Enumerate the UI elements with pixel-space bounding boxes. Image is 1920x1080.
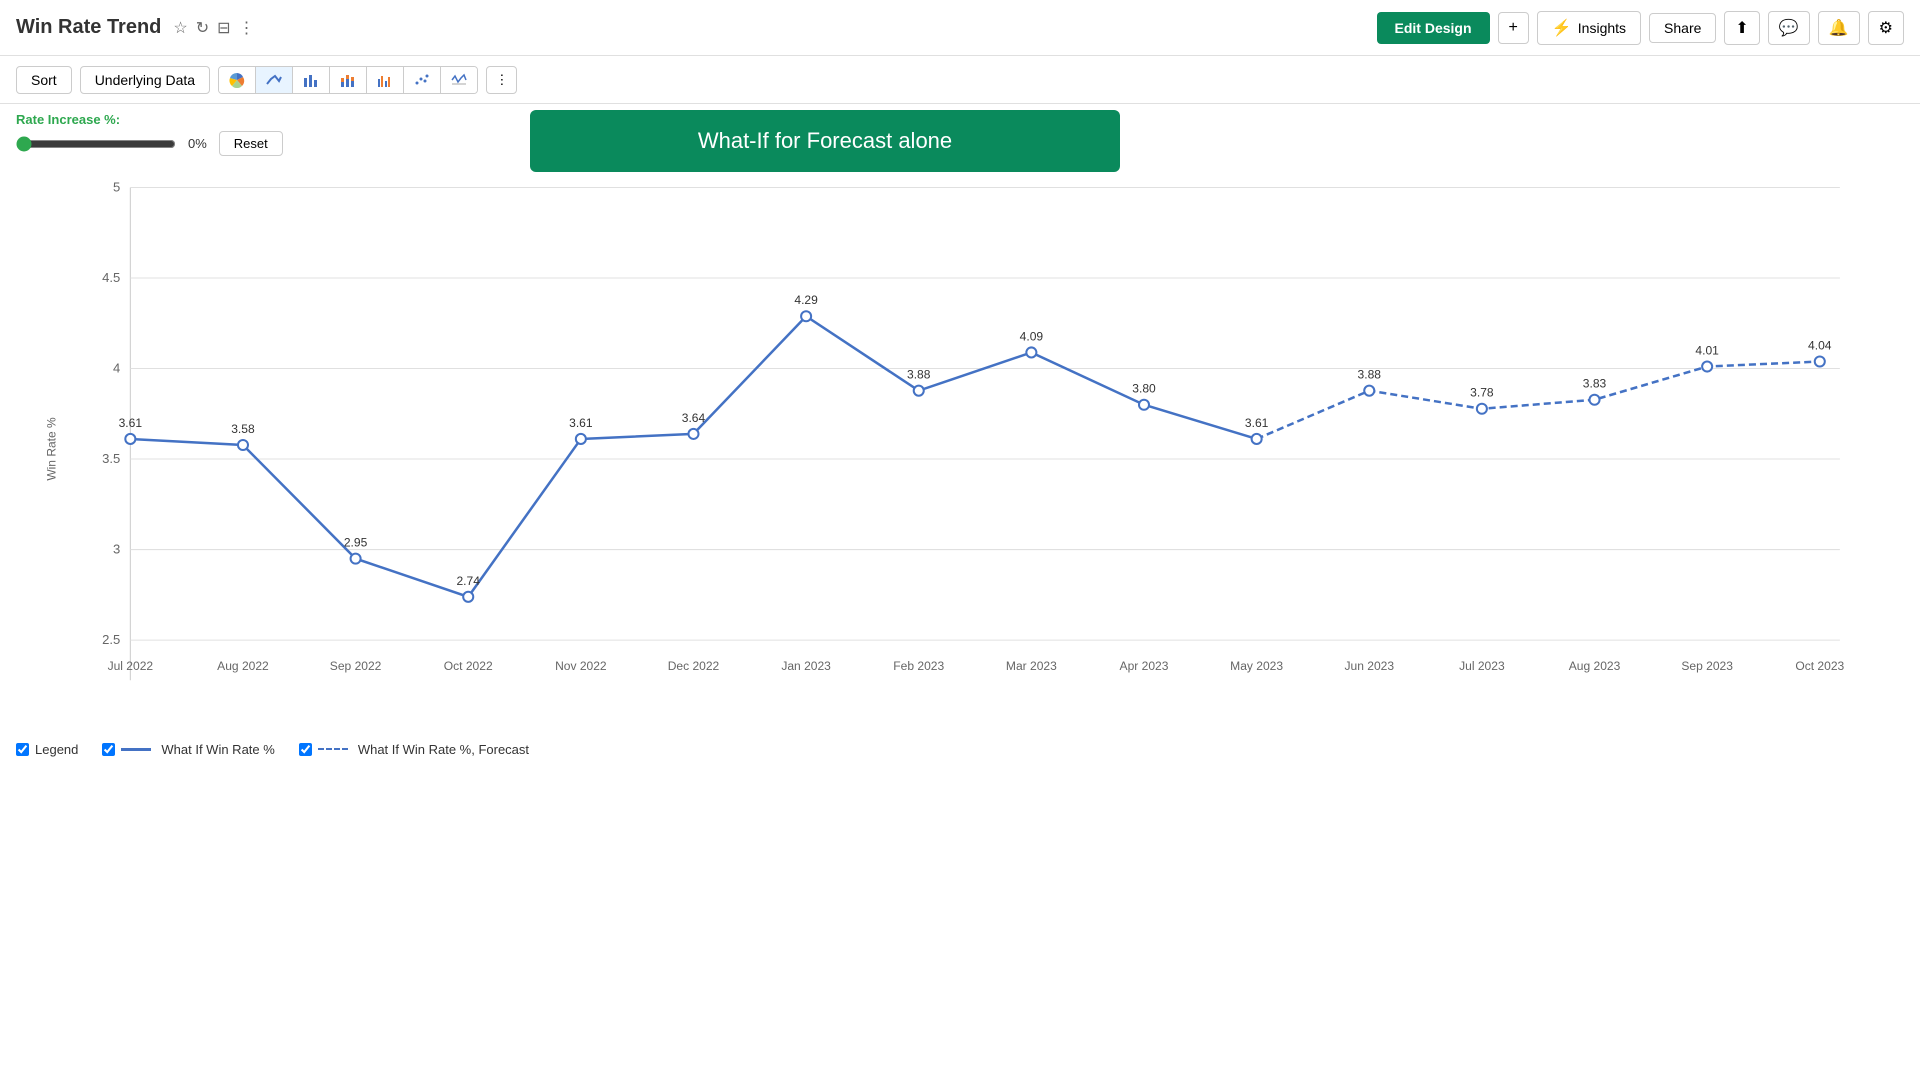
legend-item2-checkbox[interactable] — [299, 743, 312, 756]
header-icons: ☆ ↻ ⊟ ⋮ — [173, 18, 254, 38]
svg-text:Jul 2023: Jul 2023 — [1459, 659, 1505, 673]
scatter-chart-icon — [414, 72, 430, 88]
svg-text:Aug 2023: Aug 2023 — [1569, 659, 1621, 673]
y-axis-label: Win Rate % — [45, 417, 59, 480]
svg-text:Sep 2023: Sep 2023 — [1681, 659, 1733, 673]
svg-text:3.78: 3.78 — [1470, 386, 1494, 400]
line-chart-icon — [266, 72, 282, 88]
legend-checkbox[interactable] — [16, 743, 29, 756]
svg-text:4.04: 4.04 — [1808, 338, 1832, 352]
insights-label: Insights — [1578, 20, 1626, 36]
svg-text:Apr 2023: Apr 2023 — [1120, 659, 1169, 673]
svg-text:2.74: 2.74 — [456, 574, 480, 588]
special-chart-button[interactable] — [441, 67, 477, 93]
svg-text:Feb 2023: Feb 2023 — [893, 659, 944, 673]
sort-button[interactable]: Sort — [16, 66, 72, 94]
toolbar: Sort Underlying Data — [0, 56, 1920, 104]
reset-button[interactable]: Reset — [219, 131, 283, 156]
svg-text:Oct 2022: Oct 2022 — [444, 659, 493, 673]
svg-text:4.09: 4.09 — [1020, 329, 1044, 343]
svg-text:Jun 2023: Jun 2023 — [1344, 659, 1394, 673]
refresh-icon[interactable]: ↻ — [196, 18, 209, 38]
svg-text:4: 4 — [113, 361, 120, 376]
alert-icon[interactable]: 🔔 — [1818, 11, 1860, 45]
svg-text:3.64: 3.64 — [682, 411, 706, 425]
svg-text:3.58: 3.58 — [231, 422, 255, 436]
line-chart-button[interactable] — [256, 67, 293, 93]
bar-chart-icon — [303, 72, 319, 88]
upload-icon[interactable]: ⬆ — [1724, 11, 1759, 45]
share-button[interactable]: Share — [1649, 13, 1716, 43]
edit-design-button[interactable]: Edit Design — [1377, 12, 1490, 44]
pie-chart-icon — [229, 72, 245, 88]
svg-text:3.61: 3.61 — [119, 416, 143, 430]
legend-item1-checkbox[interactable] — [102, 743, 115, 756]
svg-text:3.88: 3.88 — [1358, 368, 1382, 382]
grouped-bar-button[interactable] — [367, 67, 404, 93]
svg-text:3: 3 — [113, 542, 120, 557]
legend-item2-label: What If Win Rate %, Forecast — [358, 742, 529, 757]
special-chart-icon — [451, 72, 467, 88]
chart-type-selector — [218, 66, 478, 94]
svg-text:Aug 2022: Aug 2022 — [217, 659, 269, 673]
svg-text:3.88: 3.88 — [907, 368, 931, 382]
legend-item1-line — [121, 748, 151, 751]
svg-text:3.61: 3.61 — [569, 416, 593, 430]
rate-slider[interactable] — [16, 136, 176, 152]
svg-text:Dec 2022: Dec 2022 — [668, 659, 720, 673]
svg-text:2.5: 2.5 — [102, 632, 120, 647]
svg-text:4.29: 4.29 — [794, 293, 818, 307]
svg-text:4.5: 4.5 — [102, 270, 120, 285]
star-icon[interactable]: ☆ — [173, 18, 187, 38]
header-right: Edit Design + ⚡ Insights Share ⬆ 💬 🔔 ⚙ — [1377, 11, 1904, 45]
svg-text:Jul 2022: Jul 2022 — [108, 659, 154, 673]
pie-chart-button[interactable] — [219, 67, 256, 93]
svg-text:2.95: 2.95 — [344, 536, 368, 550]
svg-text:3.80: 3.80 — [1132, 382, 1156, 396]
comment-icon[interactable]: 💬 — [1768, 11, 1810, 45]
svg-text:May 2023: May 2023 — [1230, 659, 1283, 673]
page-title: Win Rate Trend — [16, 16, 161, 39]
add-button[interactable]: + — [1498, 12, 1529, 44]
header-left: Win Rate Trend ☆ ↻ ⊟ ⋮ — [16, 16, 255, 39]
settings-icon[interactable]: ⚙ — [1868, 11, 1904, 45]
underlying-data-button[interactable]: Underlying Data — [80, 66, 210, 94]
svg-text:3.61: 3.61 — [1245, 416, 1269, 430]
grouped-bar-icon — [377, 72, 393, 88]
svg-text:Jan 2023: Jan 2023 — [781, 659, 831, 673]
legend-area: Legend What If Win Rate % What If Win Ra… — [0, 734, 1920, 765]
svg-text:Sep 2022: Sep 2022 — [330, 659, 382, 673]
chart-container: Win Rate % 5 4.5 4 3.5 3 2.5 Jul 2022 Au… — [70, 164, 1860, 734]
legend-item-1: What If Win Rate % — [102, 742, 274, 757]
legend-item-2: What If Win Rate %, Forecast — [299, 742, 529, 757]
save-icon[interactable]: ⊟ — [217, 18, 230, 38]
more-button[interactable]: ⋮ — [486, 66, 517, 94]
bar-chart-button[interactable] — [293, 67, 330, 93]
svg-text:Mar 2023: Mar 2023 — [1006, 659, 1057, 673]
svg-text:4.01: 4.01 — [1695, 343, 1719, 357]
legend-item1-label: What If Win Rate % — [161, 742, 274, 757]
scatter-chart-button[interactable] — [404, 67, 441, 93]
what-if-banner: What-If for Forecast alone — [530, 110, 1120, 172]
stacked-bar-button[interactable] — [330, 67, 367, 93]
svg-text:3.5: 3.5 — [102, 451, 120, 466]
chart-svg: 5 4.5 4 3.5 3 2.5 Jul 2022 Aug 2022 Sep … — [70, 164, 1860, 734]
legend-label: Legend — [35, 742, 78, 757]
more-options-icon[interactable]: ⋮ — [239, 18, 255, 38]
svg-text:Oct 2023: Oct 2023 — [1795, 659, 1844, 673]
svg-text:5: 5 — [113, 180, 120, 195]
legend-toggle[interactable]: Legend — [16, 742, 78, 757]
what-if-banner-text: What-If for Forecast alone — [698, 128, 952, 153]
svg-text:Nov 2022: Nov 2022 — [555, 659, 607, 673]
svg-text:3.83: 3.83 — [1583, 377, 1607, 391]
header: Win Rate Trend ☆ ↻ ⊟ ⋮ Edit Design + ⚡ I… — [0, 0, 1920, 56]
slider-value: 0% — [188, 136, 207, 151]
legend-item2-line — [318, 748, 348, 751]
insights-icon: ⚡ — [1552, 18, 1572, 38]
stacked-bar-icon — [340, 72, 356, 88]
insights-button[interactable]: ⚡ Insights — [1537, 11, 1641, 45]
